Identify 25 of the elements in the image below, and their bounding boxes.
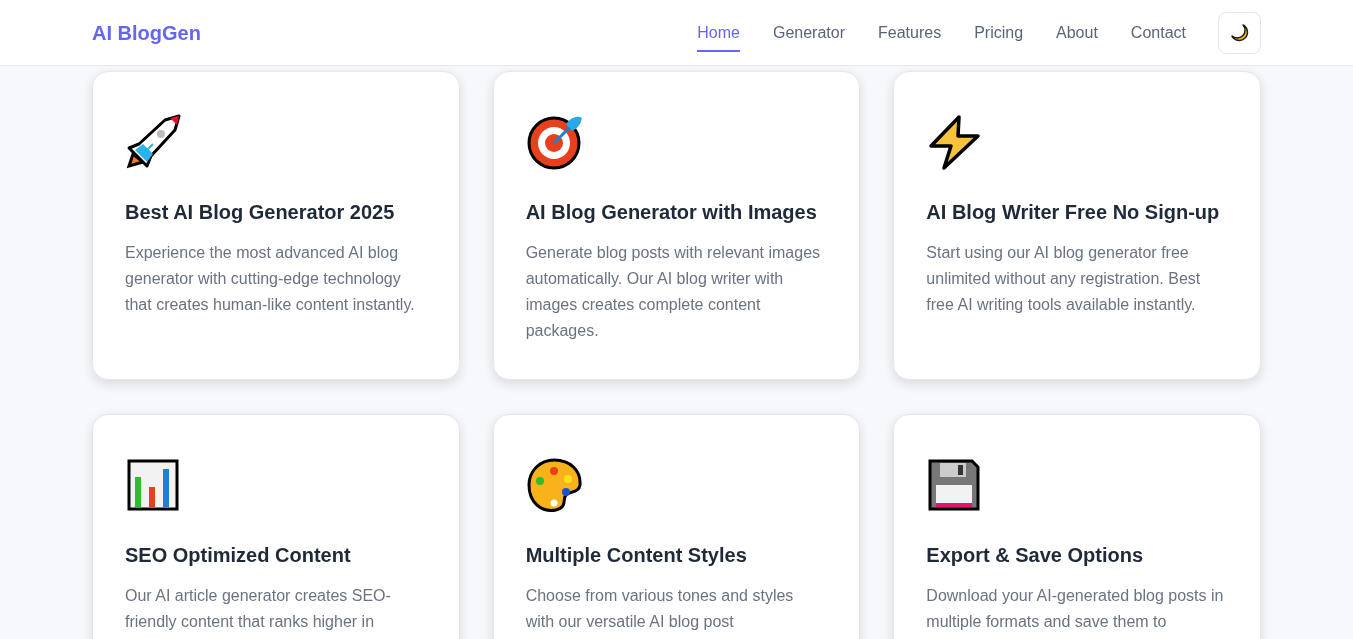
palette-icon [525,457,584,513]
feature-title: Best AI Blog Generator 2025 [125,200,396,225]
logo[interactable]: AI BlogGen [92,17,201,48]
feature-description: Experience the most advanced AI blog generator with cutting-edge technology that creates human-like content instantly. [125,243,416,315]
nav-link[interactable]: Contact [1130,13,1186,52]
feature-description: Download your AI-generated blog posts in multiple formats and save them to [926,586,1225,632]
theme-toggle-button[interactable] [1218,11,1261,54]
feature-title: AI Blog Generator with Images [525,200,818,225]
feature-description: Start using our AI blog generator free unlimited without any registration. Best free AI writing tools available instantly. [926,243,1202,315]
nav-link[interactable]: Generator [772,13,845,52]
feature-title: Multiple Content Styles [525,543,748,568]
feature-description: Choose from various tones and styles with our versatile AI blog post [525,586,795,632]
target-icon [525,114,584,170]
bar-chart-icon [125,457,181,513]
feature-description: Our AI article generator creates SEO-friendly content that ranks higher in [125,586,392,632]
rocket-icon [125,114,183,170]
feature-description: Generate blog posts with relevant images automatically. Our AI blog writer with images creates complete content packages. [525,243,822,341]
nav-link[interactable]: Home [697,13,740,52]
feature-title: Export & Save Options [926,543,1145,568]
nav-link[interactable]: Features [878,13,942,52]
nav-link[interactable]: Pricing [974,13,1024,52]
moon-icon [1228,21,1251,44]
feature-title: AI Blog Writer Free No Sign-up [926,200,1221,225]
nav-link[interactable]: About [1056,13,1098,52]
feature-title: SEO Optimized Content [125,543,352,568]
